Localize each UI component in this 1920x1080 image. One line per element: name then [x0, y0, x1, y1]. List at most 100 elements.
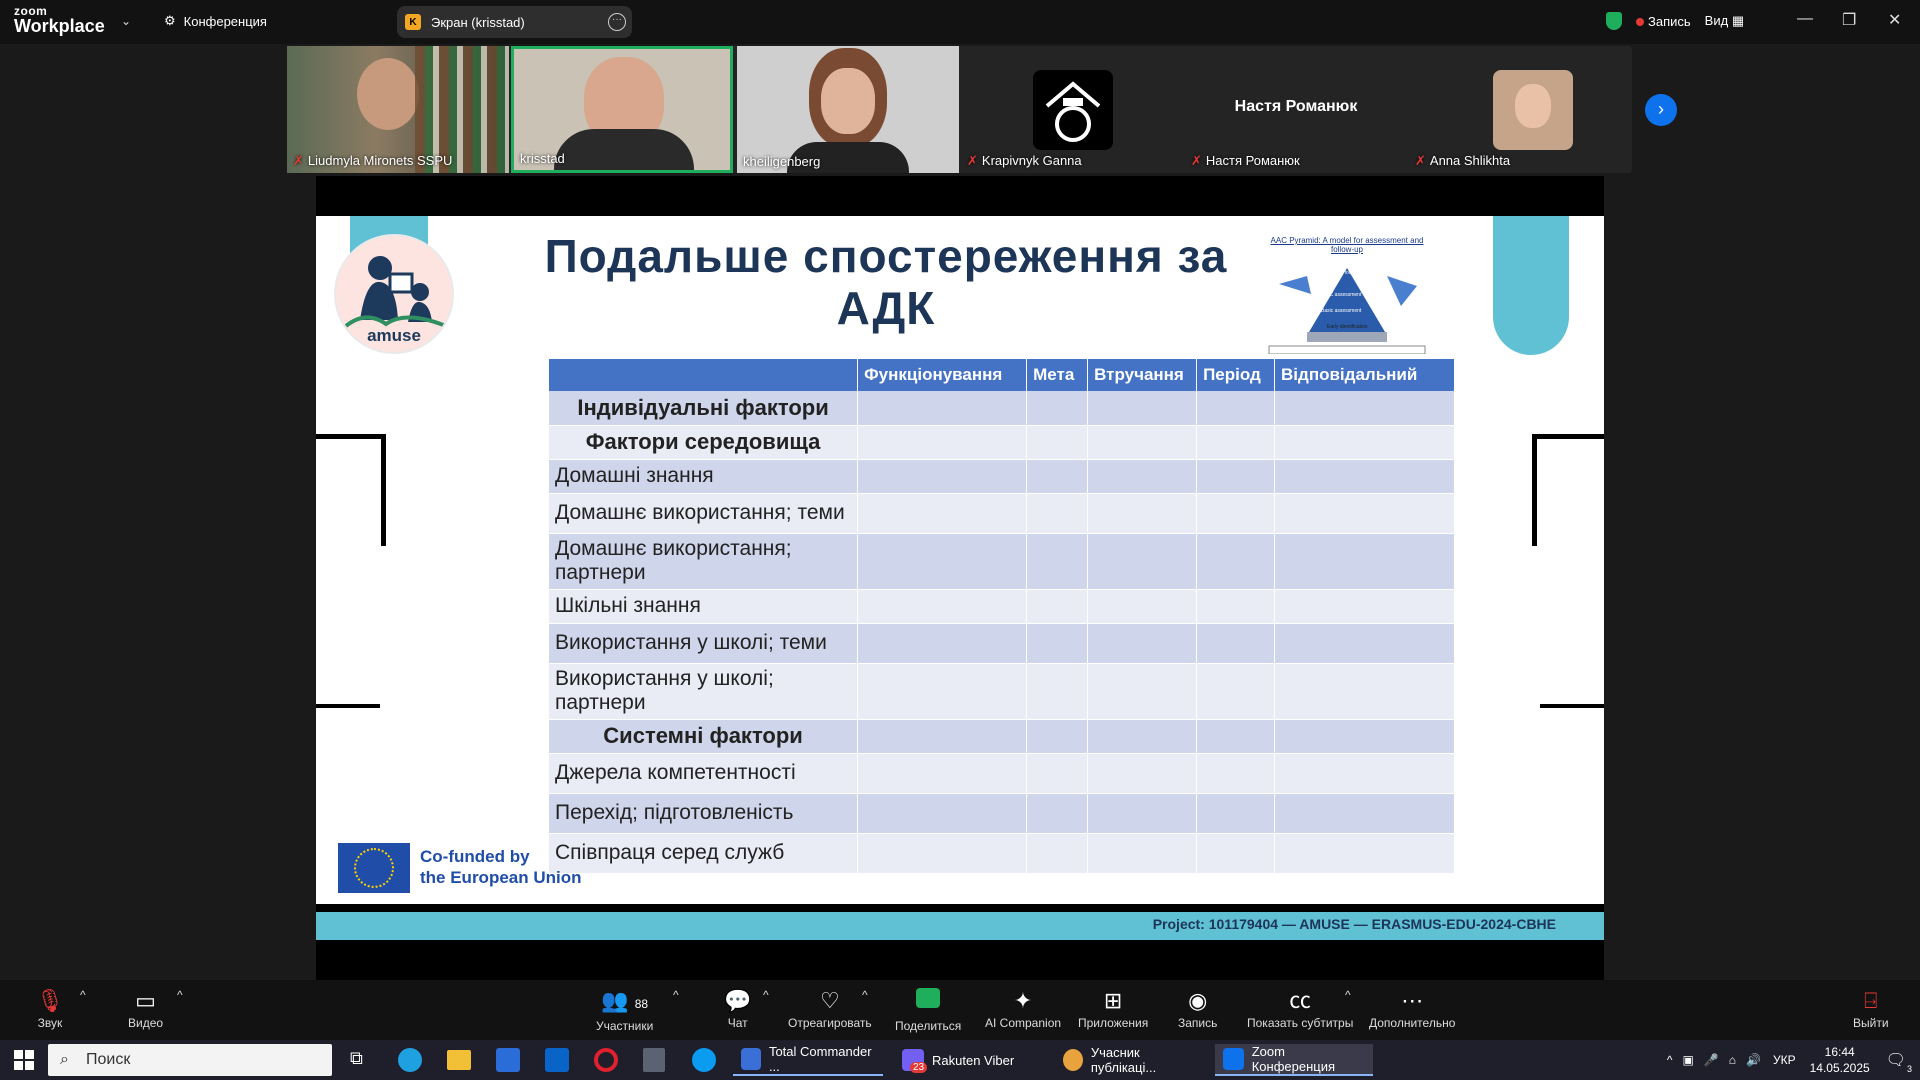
decor-line-right: [1540, 704, 1604, 708]
participant-avatar: [1033, 70, 1113, 150]
decor-line-left: [316, 704, 380, 708]
recording-indicator[interactable]: Запись: [1636, 14, 1691, 29]
participant-tile[interactable]: kheiligenberg: [737, 46, 959, 173]
react-button[interactable]: ♡ Отреагировать: [788, 988, 872, 1030]
table-cell: [1196, 663, 1276, 720]
minimize-icon[interactable]: —: [1797, 10, 1813, 28]
table-cell: [857, 533, 1028, 590]
video-button[interactable]: ▭ Видео: [128, 988, 163, 1030]
table-row: Домашні знання: [549, 459, 1455, 494]
participants-button[interactable]: 👥 88 Участники: [596, 988, 653, 1033]
cc-icon: ㏄: [1289, 988, 1312, 1013]
microphone-icon[interactable]: 🎤: [1704, 1053, 1719, 1067]
skype-icon[interactable]: [692, 1048, 716, 1072]
audio-button[interactable]: 🎙 Звук: [36, 988, 64, 1030]
restore-icon[interactable]: ❐: [1842, 10, 1856, 30]
participant-name: ✗ Krapivnyk Ganna: [967, 153, 1082, 168]
participant-body: [554, 129, 694, 170]
opera-icon[interactable]: [594, 1048, 618, 1072]
table-cell: [1196, 425, 1276, 460]
meet-now-icon[interactable]: ▣: [1683, 1053, 1694, 1067]
table-row: Системні фактори: [549, 719, 1455, 754]
video-options-caret-icon[interactable]: ^: [177, 988, 183, 1002]
leave-button[interactable]: ⍈ Выйти: [1853, 988, 1889, 1030]
participant-tile-active[interactable]: krisstad: [511, 46, 733, 173]
table-cell: [1196, 719, 1276, 754]
taskbar-app-chrome[interactable]: Учасник публікаці...: [1055, 1044, 1205, 1076]
table-cell: [1087, 793, 1198, 834]
meeting-info-button[interactable]: ⚙ Конференция: [164, 13, 267, 29]
next-page-chevron-icon[interactable]: ›: [1645, 94, 1677, 126]
record-button[interactable]: ◉ Запись: [1178, 988, 1217, 1030]
table-cell: [1196, 753, 1276, 794]
chevron-down-icon[interactable]: ⌄: [121, 14, 131, 28]
taskbar-app-total-commander[interactable]: Total Commander ...: [733, 1044, 883, 1076]
top-right-controls: Запись Вид ▦: [1606, 12, 1744, 30]
row-label: Індивідуальні фактори: [549, 391, 859, 426]
notifications-icon[interactable]: 🗨 3: [1886, 1050, 1912, 1074]
logo-bottom-text: Workplace: [14, 16, 105, 36]
participant-avatar: [1493, 70, 1573, 150]
close-icon[interactable]: ✕: [1888, 10, 1901, 30]
calculator-icon[interactable]: [643, 1048, 665, 1072]
table-cell: [1087, 623, 1198, 664]
table-cell: [1026, 793, 1089, 834]
view-button[interactable]: Вид ▦: [1705, 13, 1744, 29]
table-cell: [1274, 459, 1455, 494]
screen-share-pill[interactable]: K Экран (krisstad) ···: [397, 6, 632, 38]
record-icon: ◉: [1188, 988, 1208, 1013]
total-commander-icon: [741, 1048, 761, 1070]
chat-icon: 💬: [724, 988, 752, 1013]
table-row: Співпраця серед служб: [549, 833, 1455, 874]
taskbar-search-box[interactable]: ⌕ Поиск: [48, 1044, 332, 1076]
more-options-icon[interactable]: ···: [608, 13, 626, 31]
participant-video: [821, 68, 875, 134]
row-label: Фактори середовища: [549, 425, 859, 460]
table-cell: [1274, 425, 1455, 460]
participant-tile[interactable]: ✗ Krapivnyk Ganna: [961, 46, 1183, 173]
language-indicator[interactable]: УКР: [1773, 1053, 1796, 1067]
windows-start-icon[interactable]: [14, 1050, 34, 1070]
thumb-level: AAC assessment: [1323, 292, 1362, 298]
volume-icon[interactable]: 🔊: [1746, 1053, 1761, 1067]
participant-tile[interactable]: ✗ Anna Shlikhta: [1409, 46, 1631, 173]
tray-chevron-icon[interactable]: ^: [1667, 1053, 1673, 1067]
participant-tile[interactable]: ✗ Liudmyla Mironets SSPU: [287, 46, 509, 173]
audio-options-caret-icon[interactable]: ^: [80, 988, 86, 1002]
taskbar-app-zoom[interactable]: Zoom Конференция: [1215, 1044, 1373, 1076]
store-icon[interactable]: [496, 1048, 520, 1072]
zoom-logo: zoom Workplace: [14, 5, 105, 35]
outlook-icon[interactable]: [545, 1048, 569, 1072]
table-cell: [1026, 663, 1089, 720]
clock[interactable]: 16:44 14.05.2025: [1810, 1044, 1870, 1076]
more-button[interactable]: ⋯ Дополнительно: [1369, 988, 1455, 1030]
chat-caret-icon[interactable]: ^: [763, 988, 769, 1002]
captions-caret-icon[interactable]: ^: [1345, 988, 1351, 1002]
table-header: Мета: [1026, 359, 1089, 391]
participant-tile[interactable]: Настя Романюк ✗ Настя Романюк: [1185, 46, 1407, 173]
table-cell: [1274, 493, 1455, 534]
edge-icon[interactable]: [398, 1048, 422, 1072]
table-cell: [1026, 833, 1089, 874]
network-icon[interactable]: ⌂: [1729, 1053, 1736, 1067]
apps-button[interactable]: ⊞ Приложения: [1078, 988, 1148, 1030]
heart-icon: ♡: [819, 988, 840, 1013]
sparkle-icon: ✦: [1013, 988, 1033, 1013]
slide-title-line1: Подальше спостереження за: [544, 230, 1228, 282]
viber-badge: 23: [910, 1062, 928, 1073]
table-cell: [1196, 833, 1276, 874]
react-caret-icon[interactable]: ^: [862, 988, 868, 1002]
presentation-slide: amuse Подальше спостереження за АДК AAC …: [316, 216, 1604, 904]
captions-button[interactable]: ㏄ Показать субтитры: [1247, 988, 1353, 1030]
file-explorer-icon[interactable]: [447, 1050, 471, 1070]
share-button[interactable]: Поделиться: [895, 988, 961, 1033]
table-cell: [857, 663, 1028, 720]
screen-share-label: Экран (krisstad): [431, 14, 525, 30]
table-header: Втручання: [1087, 359, 1198, 391]
table-cell: [1274, 391, 1455, 426]
participants-caret-icon[interactable]: ^: [673, 988, 679, 1002]
ai-companion-button[interactable]: ✦ AI Companion: [985, 988, 1061, 1030]
task-view-icon[interactable]: ⧉: [350, 1048, 363, 1069]
security-shield-icon[interactable]: [1606, 12, 1622, 30]
chat-button[interactable]: 💬 Чат: [724, 988, 751, 1030]
